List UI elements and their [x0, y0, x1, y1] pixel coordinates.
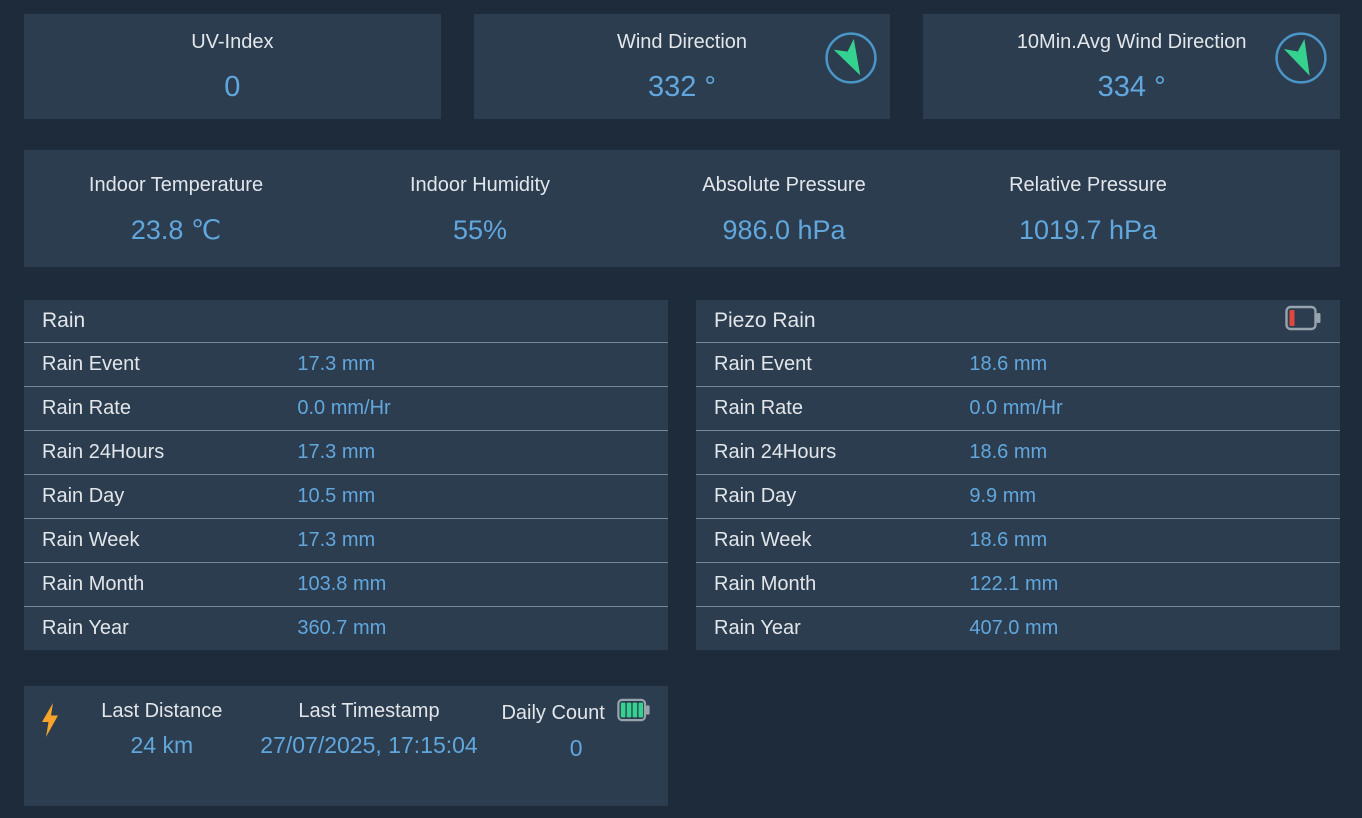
last-timestamp-value: 27/07/2025, 17:15:04	[260, 732, 477, 758]
row-value: 17.3 mm	[297, 353, 375, 376]
table-row: Rain Month 103.8 mm	[24, 562, 668, 606]
compass-needle-icon	[824, 31, 878, 85]
daily-count-label: Daily Count	[501, 700, 604, 726]
row-label: Rain Week	[714, 529, 969, 552]
row-label: Rain Event	[42, 353, 297, 376]
row-label: Rain Rate	[714, 397, 969, 420]
row-label: Rain Event	[714, 353, 969, 376]
table-row: Rain Rate 0.0 mm/Hr	[696, 386, 1340, 430]
indoor-temperature-stat: Indoor Temperature 23.8 ℃	[24, 173, 328, 245]
table-row: Rain Year 360.7 mm	[24, 606, 668, 650]
row-value: 10.5 mm	[297, 485, 375, 508]
table-row: Rain Rate 0.0 mm/Hr	[24, 386, 668, 430]
lightning-card: Last Distance 24 km Last Timestamp 27/07…	[24, 686, 668, 806]
indoor-humidity-value: 55%	[453, 215, 507, 245]
wind-direction-value: 332 °	[648, 70, 716, 104]
table-row: Rain 24Hours 18.6 mm	[696, 430, 1340, 474]
table-row: Rain Week 18.6 mm	[696, 518, 1340, 562]
table-row: Rain Day 9.9 mm	[696, 474, 1340, 518]
row-value: 18.6 mm	[969, 353, 1047, 376]
last-distance-column: Last Distance 24 km	[78, 698, 246, 761]
indoor-humidity-stat: Indoor Humidity 55%	[328, 173, 632, 245]
lightning-bolt-icon	[38, 702, 62, 738]
weather-dashboard: UV-Index 0 Wind Direction 332 ° 10Min.Av…	[0, 0, 1362, 818]
last-timestamp-column: Last Timestamp 27/07/2025, 17:15:04	[246, 698, 493, 761]
row-value: 407.0 mm	[969, 617, 1058, 640]
daily-count-column: Daily Count 0	[492, 698, 660, 761]
indoor-humidity-title: Indoor Humidity	[410, 173, 550, 197]
last-timestamp-label: Last Timestamp	[298, 698, 439, 724]
table-row: Rain Event 17.3 mm	[24, 342, 668, 386]
lightning-card-body: Last Distance 24 km Last Timestamp 27/07…	[24, 686, 668, 761]
piezo-rain-card-title: Piezo Rain	[714, 309, 816, 333]
row-value: 0.0 mm/Hr	[297, 397, 390, 420]
uv-index-value: 0	[224, 70, 240, 104]
uv-index-title: UV-Index	[191, 30, 273, 54]
last-distance-label: Last Distance	[101, 698, 222, 724]
table-row: Rain Month 122.1 mm	[696, 562, 1340, 606]
battery-low-icon	[1285, 305, 1322, 337]
indoor-temperature-title: Indoor Temperature	[89, 173, 263, 197]
row-label: Rain Week	[42, 529, 297, 552]
absolute-pressure-value: 986.0 hPa	[722, 215, 845, 245]
compass-needle-icon	[1274, 31, 1328, 85]
wind-direction-title: Wind Direction	[617, 30, 747, 54]
row-value: 0.0 mm/Hr	[969, 397, 1062, 420]
absolute-pressure-title: Absolute Pressure	[702, 173, 865, 197]
row-label: Rain 24Hours	[42, 441, 297, 464]
avg-wind-direction-value: 334 °	[1098, 70, 1166, 104]
absolute-pressure-stat: Absolute Pressure 986.0 hPa	[632, 173, 936, 245]
row-label: Rain 24Hours	[714, 441, 969, 464]
row-value: 9.9 mm	[969, 485, 1036, 508]
rain-card-header: Rain	[24, 300, 668, 342]
row-value: 17.3 mm	[297, 441, 375, 464]
row-value: 18.6 mm	[969, 441, 1047, 464]
relative-pressure-stat: Relative Pressure 1019.7 hPa	[936, 173, 1240, 245]
avg-wind-direction-title: 10Min.Avg Wind Direction	[1017, 30, 1247, 54]
relative-pressure-value: 1019.7 hPa	[1019, 215, 1157, 245]
relative-pressure-title: Relative Pressure	[1009, 173, 1167, 197]
row-label: Rain Month	[714, 573, 969, 596]
row-value: 122.1 mm	[969, 573, 1058, 596]
rain-tables-row: Rain Rain Event 17.3 mm Rain Rate 0.0 mm…	[24, 300, 1340, 650]
row-value: 360.7 mm	[297, 617, 386, 640]
battery-full-icon	[617, 698, 651, 727]
wind-direction-card: Wind Direction 332 °	[474, 14, 891, 119]
row-label: Rain Year	[714, 617, 969, 640]
row-value: 103.8 mm	[297, 573, 386, 596]
piezo-rain-card: Piezo Rain Rain Event 18.6 mm Rain Rate …	[696, 300, 1340, 650]
row-label: Rain Rate	[42, 397, 297, 420]
table-row: Rain Day 10.5 mm	[24, 474, 668, 518]
table-row: Rain Year 407.0 mm	[696, 606, 1340, 650]
row-label: Rain Year	[42, 617, 297, 640]
table-row: Rain Event 18.6 mm	[696, 342, 1340, 386]
daily-count-label-row: Daily Count	[501, 698, 650, 727]
table-row: Rain Week 17.3 mm	[24, 518, 668, 562]
last-distance-value: 24 km	[131, 732, 194, 758]
row-label: Rain Day	[42, 485, 297, 508]
avg-wind-direction-card: 10Min.Avg Wind Direction 334 °	[923, 14, 1340, 119]
piezo-rain-card-header: Piezo Rain	[696, 300, 1340, 342]
row-value: 18.6 mm	[969, 529, 1047, 552]
uv-index-card: UV-Index 0	[24, 14, 441, 119]
row-value: 17.3 mm	[297, 529, 375, 552]
indoor-pressure-card: Indoor Temperature 23.8 ℃ Indoor Humidit…	[24, 150, 1340, 267]
rain-card: Rain Rain Event 17.3 mm Rain Rate 0.0 mm…	[24, 300, 668, 650]
row-label: Rain Month	[42, 573, 297, 596]
top-stats-row: UV-Index 0 Wind Direction 332 ° 10Min.Av…	[24, 14, 1340, 119]
rain-card-title: Rain	[42, 309, 85, 333]
indoor-temperature-value: 23.8 ℃	[131, 215, 221, 245]
daily-count-value: 0	[570, 735, 583, 761]
table-row: Rain 24Hours 17.3 mm	[24, 430, 668, 474]
row-label: Rain Day	[714, 485, 969, 508]
